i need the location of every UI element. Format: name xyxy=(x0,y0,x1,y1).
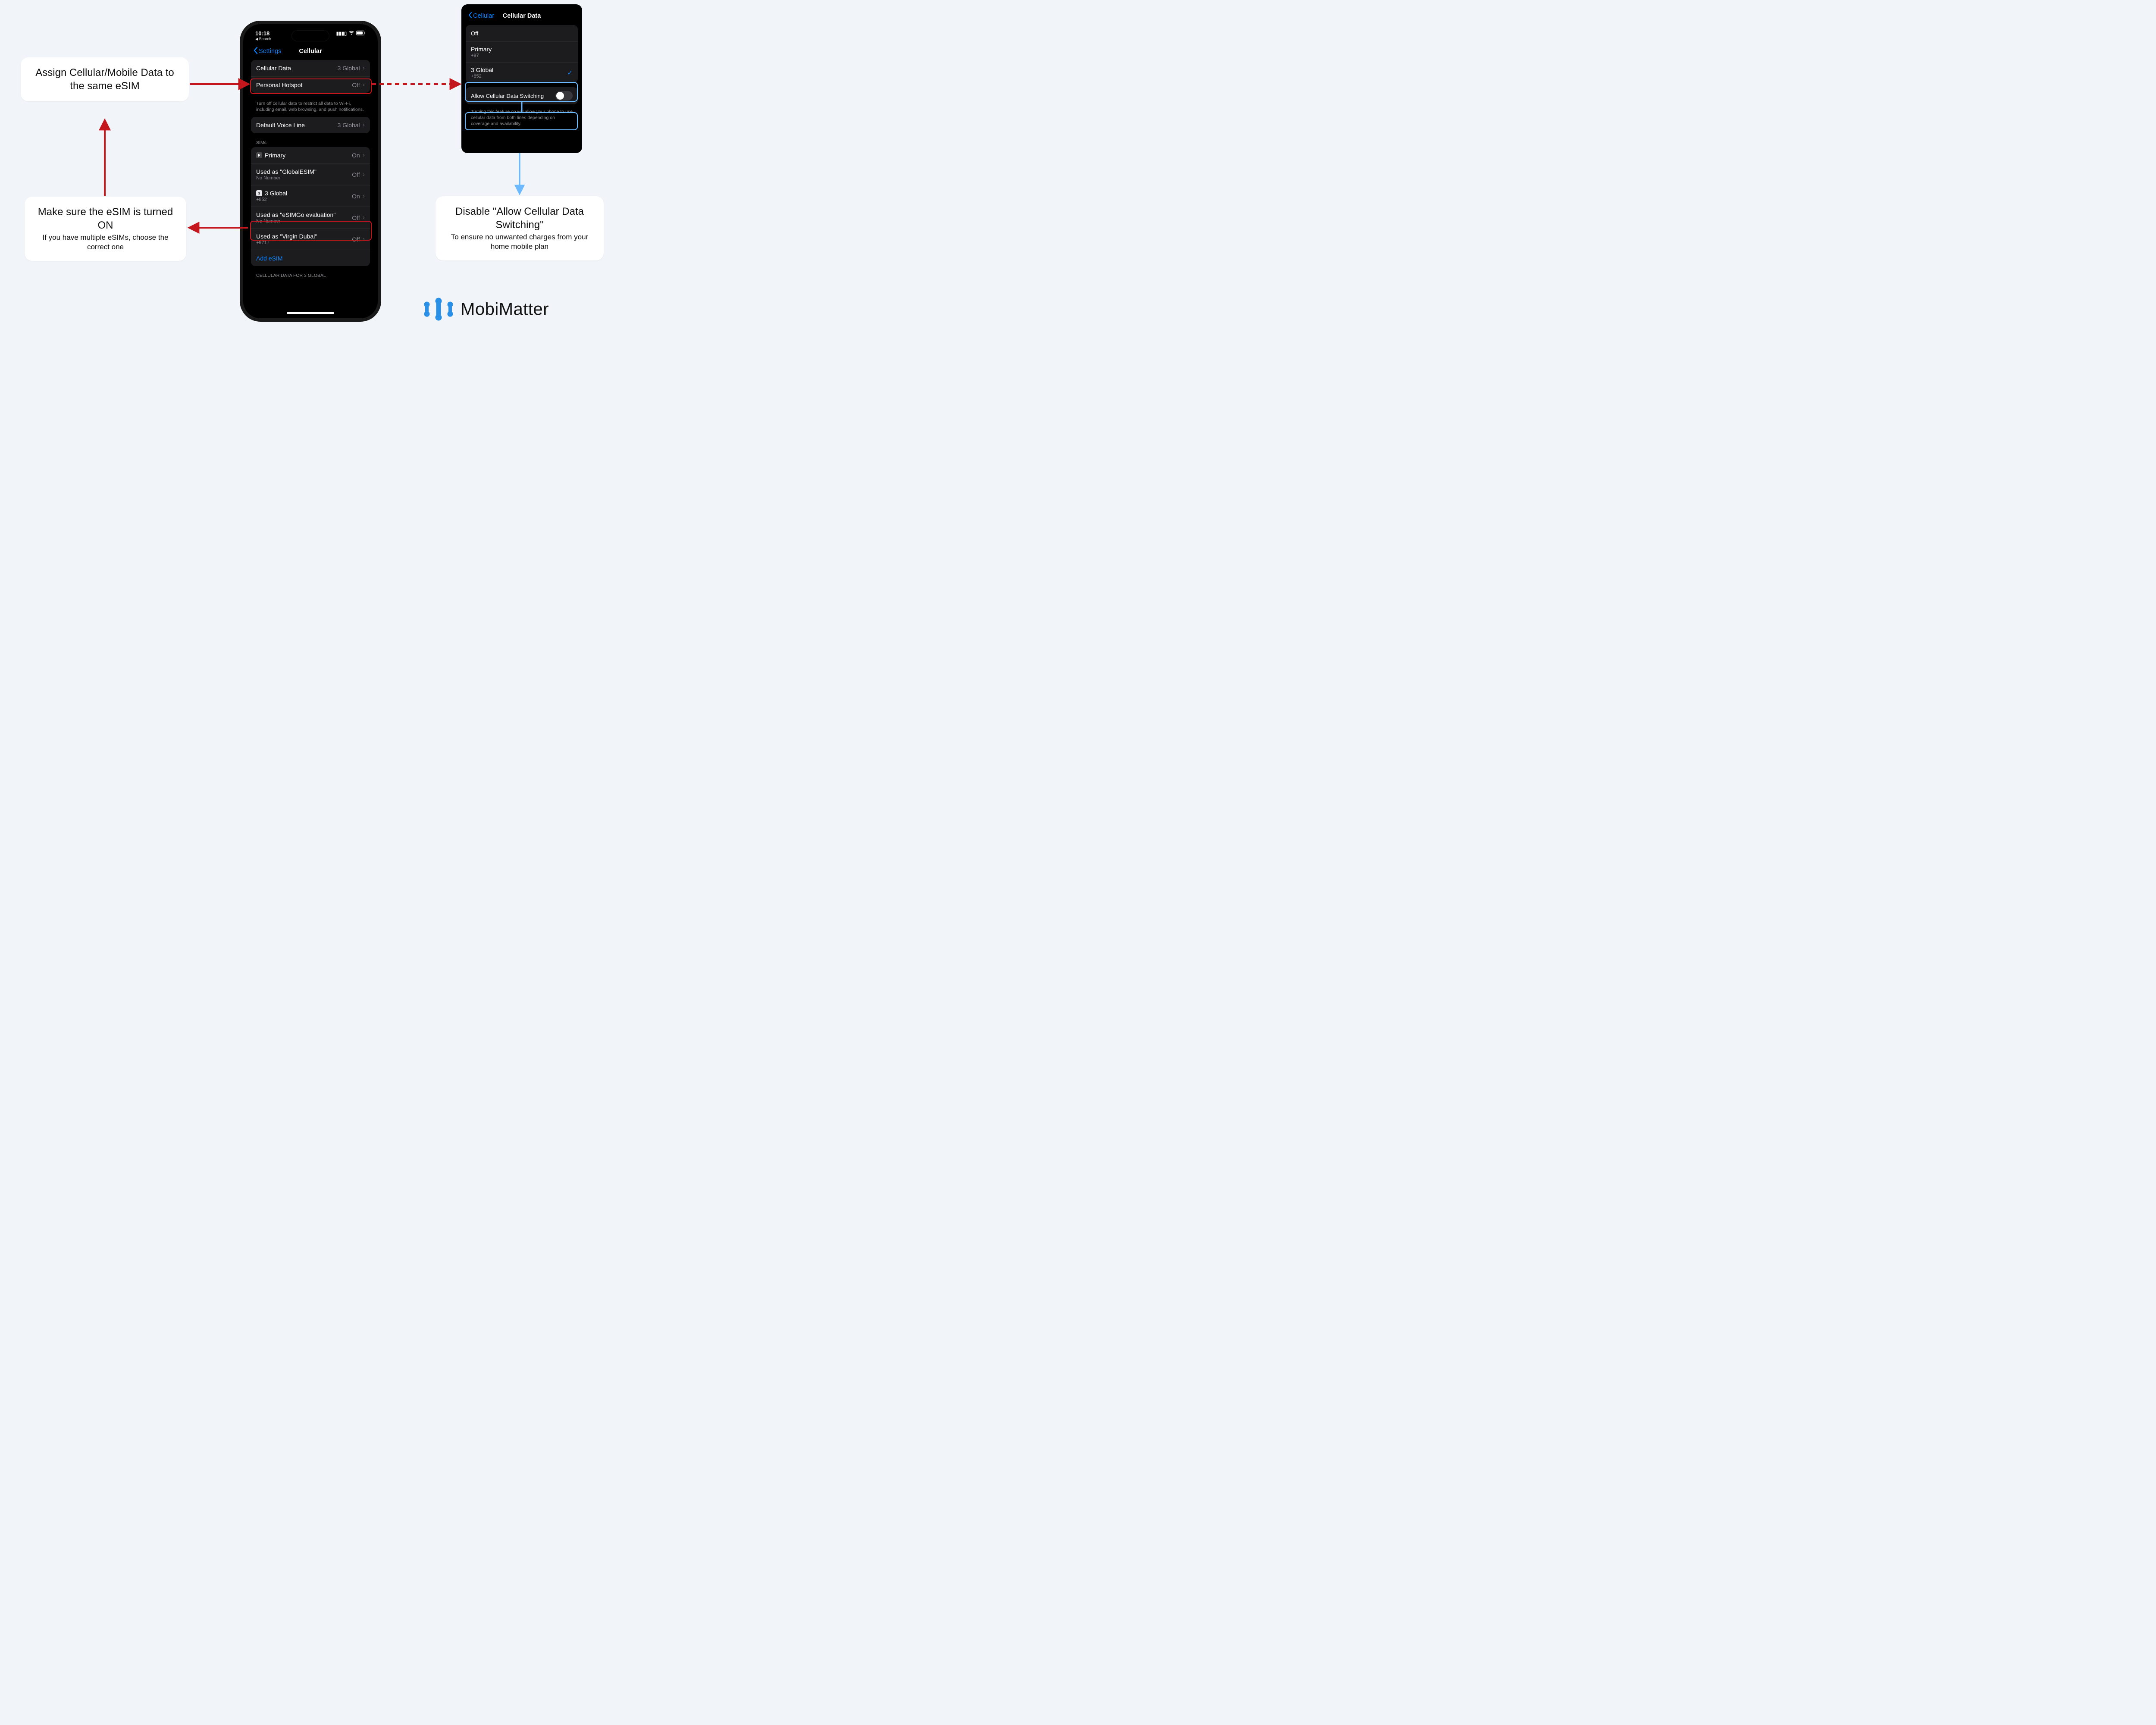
chevron-left-icon xyxy=(468,12,472,20)
option-label: 3 Global xyxy=(471,66,493,73)
sim-state: On xyxy=(352,193,360,200)
sim-name: 3 Global xyxy=(265,190,287,197)
back-label: Cellular xyxy=(473,13,494,19)
logo-text: MobiMatter xyxy=(461,300,549,319)
sim-name: Used as "Virgin Dubai" xyxy=(256,233,317,240)
switching-hint: Turning this feature on will allow your … xyxy=(466,109,578,127)
row-label: Allow Cellular Data Switching xyxy=(471,93,544,99)
switching-group: Allow Cellular Data Switching xyxy=(466,87,578,104)
sim-number: +852 xyxy=(256,197,287,202)
sim-name: Used as "eSIMGo evaluation" xyxy=(256,211,335,218)
sim-state: On xyxy=(352,152,360,159)
settings-group-voice: Default Voice Line 3 Global› xyxy=(251,117,370,133)
sim-name: Primary xyxy=(265,152,285,159)
callout-subtitle: If you have multiple eSIMs, choose the c… xyxy=(35,233,176,252)
option-primary[interactable]: Primary+97 xyxy=(466,41,578,62)
sim-row-virgin-dubai[interactable]: Used as "Virgin Dubai"+971 ! Off› xyxy=(251,228,370,250)
callout-title: Disable "Allow Cellular Data Switching" xyxy=(446,205,593,232)
battery-icon xyxy=(356,31,366,37)
add-esim-label: Add eSIM xyxy=(256,255,282,262)
row-value: Off xyxy=(352,82,360,88)
row-default-voice-line[interactable]: Default Voice Line 3 Global› xyxy=(251,117,370,133)
wifi-icon xyxy=(348,31,354,36)
back-button[interactable]: Cellular xyxy=(468,12,494,20)
nav-bar: Settings Cellular xyxy=(246,41,375,60)
sim-number: No Number xyxy=(256,176,317,181)
row-add-esim[interactable]: Add eSIM xyxy=(251,250,370,266)
back-label: Settings xyxy=(259,48,281,55)
sim-row-3global[interactable]: 33 Global+852 On› xyxy=(251,185,370,207)
checkmark-icon: ✓ xyxy=(567,69,573,77)
home-indicator xyxy=(287,312,334,314)
row-personal-hotspot[interactable]: Personal Hotspot Off› xyxy=(251,76,370,93)
option-label: Off xyxy=(471,30,478,37)
section-sims-label: SIMs xyxy=(246,138,375,147)
callout-disable-switching: Disable "Allow Cellular Data Switching" … xyxy=(436,196,604,260)
phone-screen: 10:18 ▮▮▮▯ Search Settings Cellular xyxy=(246,26,375,317)
chevron-right-icon: › xyxy=(363,236,365,243)
chevron-right-icon: › xyxy=(363,171,365,178)
callout-title: Assign Cellular/Mobile Data to the same … xyxy=(31,66,179,93)
sim-state: Off xyxy=(352,171,360,178)
chevron-right-icon: › xyxy=(363,152,365,159)
callout-assign-data: Assign Cellular/Mobile Data to the same … xyxy=(21,57,189,101)
option-label: Primary xyxy=(471,46,492,53)
sim-number: No Number xyxy=(256,219,335,224)
back-button[interactable]: Settings xyxy=(254,47,281,56)
callout-title: Make sure the eSIM is turned ON xyxy=(35,205,176,232)
iphone-mockup: 10:18 ▮▮▮▯ Search Settings Cellular xyxy=(240,21,381,322)
switching-toggle[interactable] xyxy=(555,91,573,100)
data-options-group: Off Primary+97 3 Global+852 ✓ xyxy=(466,25,578,83)
sim-badge-icon: P xyxy=(256,152,262,158)
row-cellular-data[interactable]: Cellular Data 3 Global› xyxy=(251,60,370,76)
chevron-right-icon: › xyxy=(363,65,365,72)
chevron-left-icon xyxy=(254,47,258,56)
option-number: +97 xyxy=(471,53,492,58)
logo-mark-icon xyxy=(423,297,454,322)
mobimatter-logo: MobiMatter xyxy=(423,297,549,322)
row-value: 3 Global xyxy=(338,65,360,72)
callout-subtitle: To ensure no unwanted charges from your … xyxy=(446,232,593,251)
sim-state: Off xyxy=(352,214,360,221)
cellular-data-panel: Cellular Cellular Data Off Primary+97 3 … xyxy=(461,4,582,153)
option-3global[interactable]: 3 Global+852 ✓ xyxy=(466,62,578,83)
chevron-right-icon: › xyxy=(363,82,365,88)
chevron-right-icon: › xyxy=(363,122,365,129)
sim-name: Used as "GlobalESIM" xyxy=(256,168,317,175)
option-number: +852 xyxy=(471,74,493,79)
back-to-search[interactable]: Search xyxy=(246,37,375,41)
row-label: Default Voice Line xyxy=(256,122,305,129)
sim-row-esimgo[interactable]: Used as "eSIMGo evaluation"No Number Off… xyxy=(251,207,370,228)
chevron-right-icon: › xyxy=(363,193,365,200)
panel-nav-bar: Cellular Cellular Data xyxy=(466,8,578,25)
status-icons: ▮▮▮▯ xyxy=(336,30,366,37)
chevron-right-icon: › xyxy=(363,214,365,221)
sim-number: +971 ! xyxy=(256,240,317,245)
signal-icon: ▮▮▮▯ xyxy=(336,31,347,36)
callout-esim-on: Make sure the eSIM is turned ON If you h… xyxy=(25,197,186,261)
sim-row-primary[interactable]: PPrimary On› xyxy=(251,147,370,163)
section-footer-label: CELLULAR DATA FOR 3 GLOBAL xyxy=(246,271,375,280)
sim-state: Off xyxy=(352,236,360,243)
sim-badge-icon: 3 xyxy=(256,190,262,196)
row-allow-switching[interactable]: Allow Cellular Data Switching xyxy=(466,87,578,104)
sims-group: PPrimary On› Used as "GlobalESIM"No Numb… xyxy=(251,147,370,266)
option-off[interactable]: Off xyxy=(466,25,578,41)
group-hint: Turn off cellular data to restrict all d… xyxy=(246,98,375,117)
settings-group-data: Cellular Data 3 Global› Personal Hotspot… xyxy=(251,60,370,93)
row-label: Personal Hotspot xyxy=(256,82,302,88)
sim-row-globalesim[interactable]: Used as "GlobalESIM"No Number Off› xyxy=(251,163,370,185)
row-label: Cellular Data xyxy=(256,65,291,72)
row-value: 3 Global xyxy=(338,122,360,129)
status-time: 10:18 xyxy=(255,30,270,37)
